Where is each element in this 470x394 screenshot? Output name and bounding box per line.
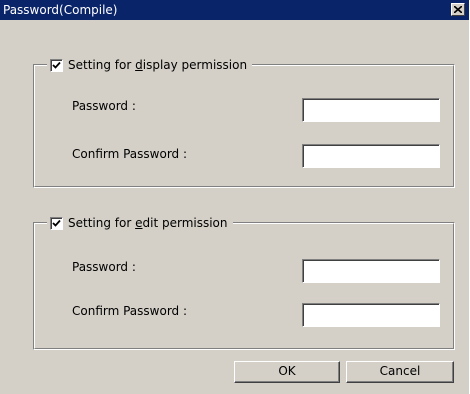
- display-password-field[interactable]: [302, 98, 440, 122]
- display-permission-group: Setting for display permission Password …: [33, 56, 455, 188]
- password-compile-dialog: Password(Compile) Setting for display pe…: [0, 0, 469, 394]
- close-button[interactable]: [451, 3, 465, 16]
- cancel-button[interactable]: Cancel: [346, 361, 454, 383]
- display-password-label: Password :: [72, 99, 136, 113]
- window-title: Password(Compile): [3, 3, 118, 17]
- display-permission-legend[interactable]: Setting for display permission: [47, 56, 253, 74]
- checkmark-icon: [52, 61, 61, 69]
- edit-permission-legend[interactable]: Setting for edit permission: [47, 214, 233, 232]
- close-icon: [454, 6, 462, 13]
- edit-confirm-password-field[interactable]: [302, 303, 440, 327]
- edit-password-label: Password :: [72, 260, 136, 274]
- display-confirm-password-label: Confirm Password :: [72, 147, 188, 161]
- edit-confirm-password-label: Confirm Password :: [72, 304, 188, 318]
- display-permission-checkbox[interactable]: [50, 58, 63, 72]
- title-bar: Password(Compile): [0, 0, 469, 20]
- checkmark-icon: [52, 219, 61, 227]
- edit-permission-group: Setting for edit permission Password : C…: [33, 214, 455, 350]
- ok-button[interactable]: OK: [234, 361, 340, 383]
- display-confirm-password-field[interactable]: [302, 144, 440, 168]
- edit-password-field[interactable]: [302, 259, 440, 283]
- edit-permission-checkbox[interactable]: [50, 216, 63, 230]
- edit-permission-label: Setting for edit permission: [68, 216, 228, 230]
- display-permission-label: Setting for display permission: [68, 58, 248, 72]
